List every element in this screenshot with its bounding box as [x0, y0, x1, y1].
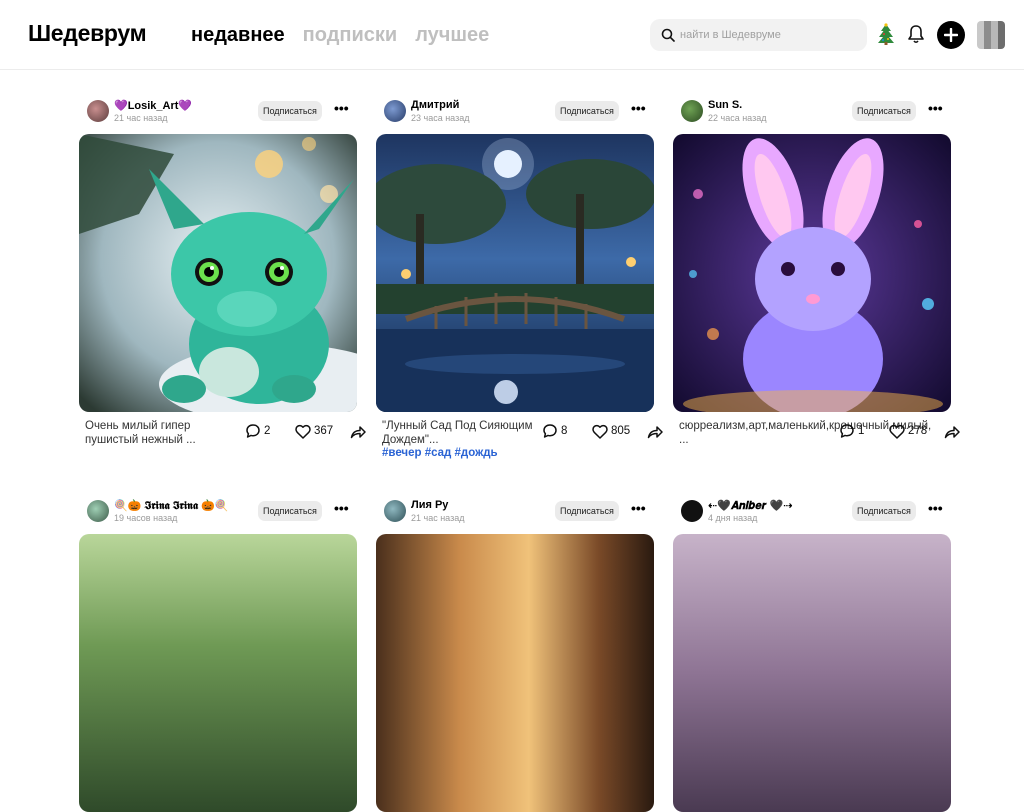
author-name[interactable]: 💜Losik_Art💜 [114, 99, 192, 112]
like-button[interactable]: 278 [889, 424, 944, 439]
post-caption[interactable]: "Лунный Сад Под Сияющим Дождем"... [382, 419, 542, 447]
subscribe-button[interactable]: Подписаться [555, 501, 619, 521]
comment-icon [840, 424, 854, 438]
more-options-button[interactable]: ••• [334, 100, 349, 116]
like-button[interactable]: 367 [295, 424, 350, 439]
tab-subscriptions[interactable]: подписки [303, 24, 398, 47]
plus-icon [944, 28, 958, 42]
post-header: 🍭🎃 𝕴𝖗𝖎𝖓𝖆 𝕴𝖗𝖎𝖓𝖆 🎃🍭 19 часов назад Подписа… [79, 496, 357, 526]
more-options-button[interactable]: ••• [631, 500, 646, 516]
search-box[interactable] [650, 19, 867, 51]
author-name[interactable]: Sun S. [708, 99, 742, 111]
post-stats: 1 278 [839, 423, 960, 439]
more-options-button[interactable]: ••• [631, 100, 646, 116]
more-options-button[interactable]: ••• [334, 500, 349, 516]
comments-count: 8 [561, 425, 568, 437]
post-caption[interactable]: сюрреализм,арт,маленький,крошечный,милый… [679, 419, 931, 447]
search-input[interactable] [680, 29, 860, 41]
more-options-button[interactable]: ••• [928, 500, 943, 516]
comments-button[interactable]: 1 [839, 423, 889, 439]
post-time: 23 часа назад [411, 113, 470, 123]
more-options-button[interactable]: ••• [928, 100, 943, 116]
feed-tabs: недавнее подписки лучшее [191, 24, 489, 47]
post-header: ⇠🖤𝑨𝒏𝒊𝒃𝒆𝒓 🖤⇢ 4 дня назад Подписаться ••• [673, 496, 951, 526]
likes-count: 367 [314, 425, 334, 437]
likes-count: 278 [908, 425, 928, 437]
heart-icon [592, 424, 608, 439]
author-avatar[interactable] [87, 500, 109, 522]
comments-count: 1 [858, 425, 865, 437]
post-image[interactable] [79, 134, 357, 412]
heart-icon [295, 424, 311, 439]
search-icon [661, 28, 675, 42]
subscribe-button[interactable]: Подписаться [555, 101, 619, 121]
author-avatar[interactable] [384, 500, 406, 522]
author-avatar[interactable] [681, 500, 703, 522]
share-button[interactable] [944, 424, 960, 439]
post-time: 4 дня назад [708, 513, 758, 523]
share-button[interactable] [350, 424, 366, 439]
post-image[interactable] [79, 534, 357, 812]
post-time: 22 часа назад [708, 113, 767, 123]
author-name[interactable]: ⇠🖤𝑨𝒏𝒊𝒃𝒆𝒓 🖤⇢ [708, 499, 792, 513]
share-icon [647, 425, 663, 438]
author-avatar[interactable] [384, 100, 406, 122]
top-bar: Шедеврум недавнее подписки лучшее [0, 0, 1024, 70]
comments-count: 2 [264, 425, 271, 437]
comments-button[interactable]: 2 [245, 423, 295, 439]
post-image[interactable] [376, 534, 654, 812]
comment-icon [543, 424, 557, 438]
share-button[interactable] [647, 424, 663, 439]
post-stats: 2 367 [245, 423, 366, 439]
create-button[interactable] [937, 21, 965, 49]
share-icon [944, 425, 960, 438]
bell-icon[interactable] [904, 22, 928, 46]
post-header: 💜Losik_Art💜 21 час назад Подписаться ••• [79, 96, 357, 126]
author-avatar[interactable] [681, 100, 703, 122]
tab-recent[interactable]: недавнее [191, 24, 285, 47]
author-name[interactable]: Дмитрий [411, 99, 459, 111]
post-caption[interactable]: Очень милый гипер пушистый нежный ... [85, 419, 245, 447]
subscribe-button[interactable]: Подписаться [852, 501, 916, 521]
author-avatar[interactable] [87, 100, 109, 122]
post-hashtags[interactable]: #вечер #сад #дождь [382, 447, 498, 459]
christmas-tree-icon[interactable] [874, 22, 898, 46]
post-stats: 8 805 [542, 423, 663, 439]
likes-count: 805 [611, 425, 631, 437]
comments-button[interactable]: 8 [542, 423, 592, 439]
post-header: Дмитрий 23 часа назад Подписаться ••• [376, 96, 654, 126]
like-button[interactable]: 805 [592, 424, 647, 439]
author-name[interactable]: Лия Ру [411, 499, 448, 511]
post-image[interactable] [673, 134, 951, 412]
comment-icon [246, 424, 260, 438]
tab-best[interactable]: лучшее [415, 24, 489, 47]
author-name[interactable]: 🍭🎃 𝕴𝖗𝖎𝖓𝖆 𝕴𝖗𝖎𝖓𝖆 🎃🍭 [114, 499, 229, 513]
subscribe-button[interactable]: Подписаться [258, 501, 322, 521]
profile-avatar[interactable] [977, 21, 1005, 49]
share-icon [350, 425, 366, 438]
post-header: Лия Ру 21 час назад Подписаться ••• [376, 496, 654, 526]
post-time: 19 часов назад [114, 513, 178, 523]
post-time: 21 час назад [114, 113, 168, 123]
logo[interactable]: Шедеврум [28, 20, 147, 47]
post-header: Sun S. 22 часа назад Подписаться ••• [673, 96, 951, 126]
post-image[interactable] [376, 134, 654, 412]
subscribe-button[interactable]: Подписаться [852, 101, 916, 121]
heart-icon [889, 424, 905, 439]
post-image[interactable] [673, 534, 951, 812]
subscribe-button[interactable]: Подписаться [258, 101, 322, 121]
post-time: 21 час назад [411, 513, 465, 523]
